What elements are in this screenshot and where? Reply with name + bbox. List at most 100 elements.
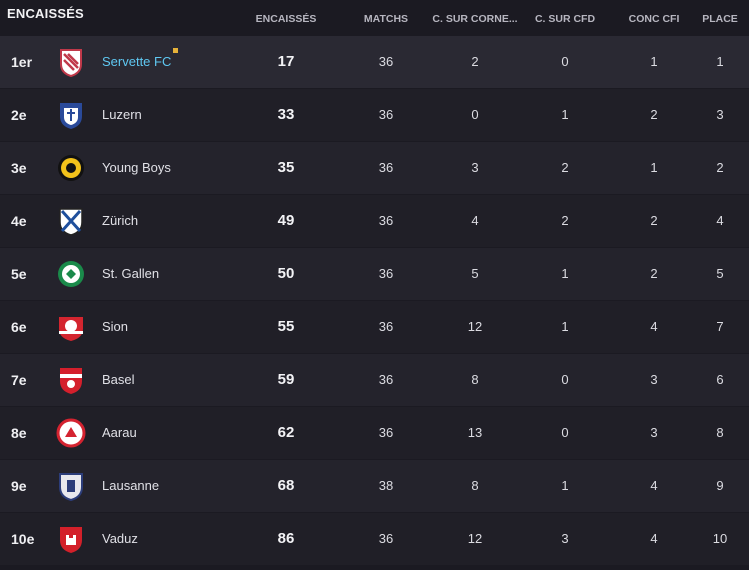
cell-matchs: 36 xyxy=(378,107,394,122)
cell-place: 6 xyxy=(716,372,724,387)
cell-place: 9 xyxy=(716,478,724,493)
cell-cfd: 0 xyxy=(561,425,569,440)
cell-cfi: 1 xyxy=(650,54,658,69)
favorite-marker-icon xyxy=(173,48,178,53)
cell-encaisses: 59 xyxy=(277,371,295,388)
table-header: ENCAISSÉS ENCAISSÉS MATCHS C. SUR CORNE.… xyxy=(0,0,749,36)
cell-cfi: 1 xyxy=(650,160,658,175)
rank-label: 3e xyxy=(11,160,27,176)
cell-matchs: 36 xyxy=(378,531,394,546)
cell-place: 8 xyxy=(716,425,724,440)
cell-cfi: 3 xyxy=(650,372,658,387)
cell-cfi: 4 xyxy=(650,531,658,546)
table-row[interactable]: 10e Vaduz 86 36 12 3 4 10 xyxy=(0,513,749,565)
team-name-link[interactable]: Young Boys xyxy=(102,142,171,194)
cell-cfd: 2 xyxy=(561,160,569,175)
cell-matchs: 38 xyxy=(378,478,394,493)
table-row[interactable]: 3e Young Boys 35 36 3 2 1 2 xyxy=(0,142,749,194)
cell-cfd: 3 xyxy=(561,531,569,546)
team-name-link[interactable]: Lausanne xyxy=(102,460,159,512)
cell-place: 7 xyxy=(716,319,724,334)
cell-cfd: 2 xyxy=(561,213,569,228)
cell-matchs: 36 xyxy=(378,319,394,334)
cell-encaisses: 86 xyxy=(277,530,295,547)
column-header-encaisses[interactable]: ENCAISSÉS xyxy=(256,13,317,25)
column-header-cfd[interactable]: C. SUR CFD xyxy=(535,13,595,25)
cell-cfi: 2 xyxy=(650,266,658,281)
cell-cfd: 0 xyxy=(561,54,569,69)
cell-matchs: 36 xyxy=(378,54,394,69)
cell-cfd: 1 xyxy=(561,478,569,493)
page-title: ENCAISSÉS xyxy=(7,6,84,21)
vaduz-crest-icon xyxy=(55,523,87,555)
team-name-link[interactable]: Sion xyxy=(102,301,128,353)
team-name-link[interactable]: Zürich xyxy=(102,195,138,247)
cell-place: 1 xyxy=(716,54,724,69)
cell-encaisses: 55 xyxy=(277,318,295,335)
team-name-link[interactable]: Aarau xyxy=(102,407,137,459)
young-boys-crest-icon xyxy=(55,152,87,184)
table-row[interactable]: 2e Luzern 33 36 0 1 2 3 xyxy=(0,89,749,141)
cell-cfd: 1 xyxy=(561,266,569,281)
rank-label: 5e xyxy=(11,266,27,282)
basel-crest-icon xyxy=(55,364,87,396)
cell-corners: 13 xyxy=(467,425,483,440)
table-row[interactable]: 1er Servette FC 17 36 2 0 1 1 xyxy=(0,36,749,88)
cell-cfd: 1 xyxy=(561,107,569,122)
cell-corners: 8 xyxy=(471,478,479,493)
lausanne-crest-icon xyxy=(55,470,87,502)
team-name-link[interactable]: St. Gallen xyxy=(102,248,159,300)
rank-label: 10e xyxy=(11,531,35,547)
column-header-matchs[interactable]: MATCHS xyxy=(364,13,408,25)
cell-cfd: 0 xyxy=(561,372,569,387)
cell-corners: 0 xyxy=(471,107,479,122)
column-header-cfi[interactable]: CONC CFI xyxy=(629,13,680,25)
cell-place: 10 xyxy=(712,531,728,546)
rank-label: 6e xyxy=(11,319,27,335)
table-row[interactable]: 4e Zürich 49 36 4 2 2 4 xyxy=(0,195,749,247)
team-name-link[interactable]: Basel xyxy=(102,354,135,406)
cell-corners: 4 xyxy=(471,213,479,228)
cell-encaisses: 62 xyxy=(277,424,295,441)
aarau-crest-icon xyxy=(55,417,87,449)
cell-encaisses: 17 xyxy=(277,53,295,70)
cell-corners: 5 xyxy=(471,266,479,281)
cell-corners: 8 xyxy=(471,372,479,387)
cell-cfi: 4 xyxy=(650,478,658,493)
cell-corners: 2 xyxy=(471,54,479,69)
cell-corners: 12 xyxy=(467,319,483,334)
team-name-link[interactable]: Servette FC xyxy=(102,36,171,88)
table-row[interactable]: 6e Sion 55 36 12 1 4 7 xyxy=(0,301,749,353)
rank-label: 7e xyxy=(11,372,27,388)
table-row[interactable]: 5e St. Gallen 50 36 5 1 2 5 xyxy=(0,248,749,300)
zurich-crest-icon xyxy=(55,205,87,237)
team-name-link[interactable]: Luzern xyxy=(102,89,142,141)
column-header-corners[interactable]: C. SUR CORNE... xyxy=(432,13,517,25)
rank-label: 1er xyxy=(11,54,33,70)
team-name-link[interactable]: Vaduz xyxy=(102,513,138,565)
cell-cfi: 4 xyxy=(650,319,658,334)
cell-corners: 12 xyxy=(467,531,483,546)
cell-matchs: 36 xyxy=(378,266,394,281)
cell-corners: 3 xyxy=(471,160,479,175)
servette-crest-icon xyxy=(55,46,87,78)
cell-matchs: 36 xyxy=(378,425,394,440)
table-body: 1er Servette FC 17 36 2 0 1 1 2e Luzern 33 36 0 1 2 3 3e… xyxy=(0,36,749,566)
cell-matchs: 36 xyxy=(378,213,394,228)
column-header-place[interactable]: PLACE xyxy=(702,13,738,25)
cell-encaisses: 49 xyxy=(277,212,295,229)
cell-place: 5 xyxy=(716,266,724,281)
table-row[interactable]: 7e Basel 59 36 8 0 3 6 xyxy=(0,354,749,406)
table-row[interactable]: 9e Lausanne 68 38 8 1 4 9 xyxy=(0,460,749,512)
cell-encaisses: 33 xyxy=(277,106,295,123)
cell-place: 2 xyxy=(716,160,724,175)
rank-label: 4e xyxy=(11,213,27,229)
cell-place: 4 xyxy=(716,213,724,228)
cell-encaisses: 35 xyxy=(277,159,295,176)
st-gallen-crest-icon xyxy=(55,258,87,290)
table-row[interactable]: 8e Aarau 62 36 13 0 3 8 xyxy=(0,407,749,459)
cell-matchs: 36 xyxy=(378,160,394,175)
cell-cfd: 1 xyxy=(561,319,569,334)
cell-encaisses: 50 xyxy=(277,265,295,282)
cell-encaisses: 68 xyxy=(277,477,295,494)
